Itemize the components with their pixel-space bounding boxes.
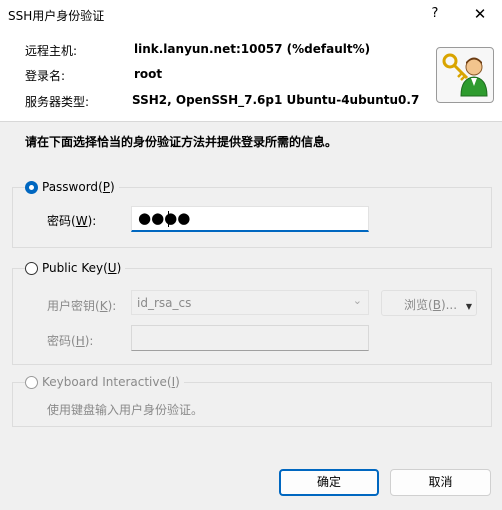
password-radio-label: Password(P): [42, 180, 115, 194]
connection-info-panel: 远程主机: link.lanyun.net:10057 (%default%) …: [0, 29, 502, 122]
passphrase-label: 密码(H):: [47, 334, 94, 348]
close-button[interactable]: ✕: [470, 4, 490, 24]
window-title: SSH用户身份验证: [8, 9, 105, 23]
keyboard-interactive-radio[interactable]: Keyboard Interactive(I): [25, 375, 184, 389]
chevron-down-icon: ⌄: [352, 294, 362, 307]
host-value: link.lanyun.net:10057 (%default%): [134, 42, 371, 56]
key-user-icon: [436, 47, 494, 103]
ok-button[interactable]: 确定: [279, 469, 379, 496]
host-label: 远程主机:: [25, 44, 78, 58]
browse-button-label: 浏览(B)...: [404, 298, 458, 312]
dropdown-arrow-icon: ▼: [465, 302, 472, 311]
user-key-select[interactable]: id_rsa_cs ⌄: [131, 290, 369, 315]
publickey-radio[interactable]: Public Key(U): [25, 261, 126, 275]
login-label: 登录名:: [25, 69, 66, 83]
radio-unselected-icon: [25, 375, 38, 389]
cancel-button[interactable]: 取消: [390, 469, 491, 496]
radio-selected-icon: [25, 180, 38, 194]
passphrase-input[interactable]: [131, 325, 369, 351]
text-caret: [168, 211, 169, 227]
user-key-value: id_rsa_cs: [137, 296, 192, 310]
password-radio[interactable]: Password(P): [25, 180, 119, 194]
publickey-radio-label: Public Key(U): [42, 261, 122, 275]
title-bar: SSH用户身份验证 ? ✕: [0, 0, 502, 29]
password-field-label: 密码(W):: [47, 214, 97, 228]
login-value: root: [134, 67, 163, 81]
server-type-label: 服务器类型:: [25, 95, 90, 109]
password-input[interactable]: ●●●●: [131, 206, 369, 232]
keyboard-interactive-radio-label: Keyboard Interactive(I): [42, 375, 180, 389]
help-button[interactable]: ?: [426, 4, 444, 24]
keyboard-interactive-description: 使用键盘输入用户身份验证。: [47, 403, 204, 417]
server-type-value: SSH2, OpenSSH_7.6p1 Ubuntu-4ubuntu0.7: [132, 93, 420, 107]
radio-unselected-icon: [25, 261, 38, 275]
browse-button[interactable]: 浏览(B)... ▼: [381, 290, 477, 316]
instruction-text: 请在下面选择恰当的身份验证方法并提供登录所需的信息。: [25, 135, 338, 149]
user-key-label: 用户密钥(K):: [47, 299, 117, 313]
password-masked-value: ●●●●: [138, 209, 191, 227]
